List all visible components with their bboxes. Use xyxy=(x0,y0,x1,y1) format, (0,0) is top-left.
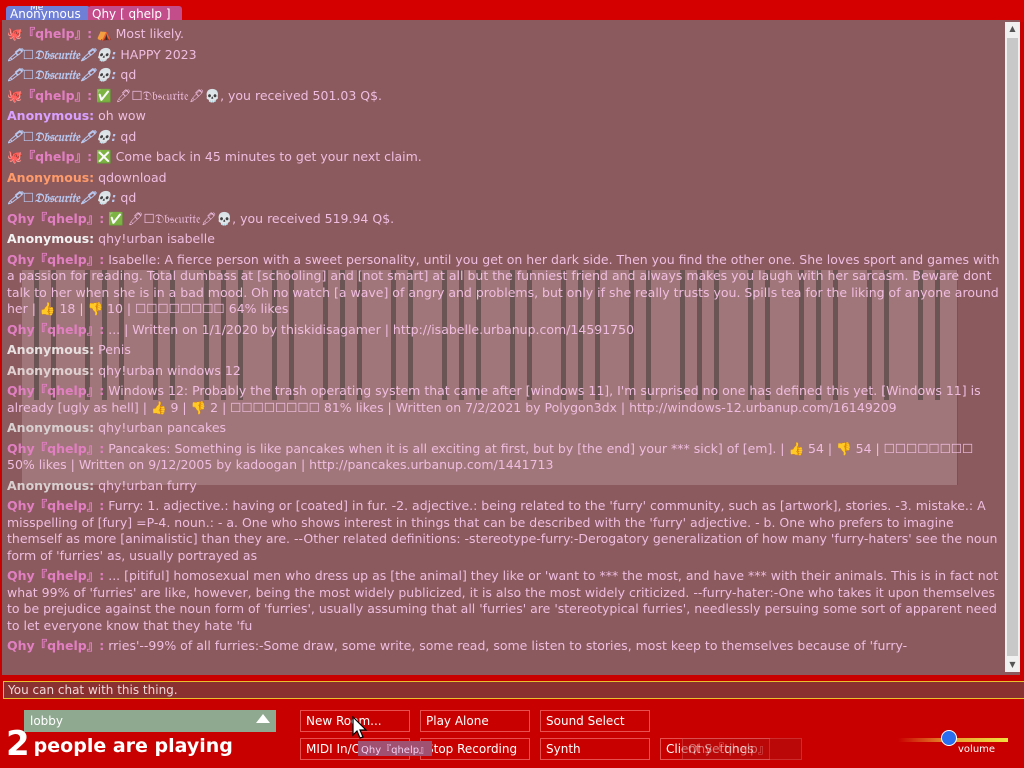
chat-message: Qhy『qhelp』: rries'--99% of all furries:-… xyxy=(7,638,1002,655)
chat-message-nick[interactable]: Anonymous: xyxy=(7,108,94,123)
sound-select-button[interactable]: Sound Select xyxy=(540,710,650,732)
chat-message-nick[interactable]: 🖊☐𝔇𝔟𝔰𝔠𝔲𝔯𝔦𝔱𝔢🖋💀: xyxy=(7,67,116,82)
chevron-up-icon[interactable] xyxy=(256,714,270,723)
chat-message-text: ⛺ Most likely. xyxy=(96,26,184,41)
chat-message-nick[interactable]: Anonymous: xyxy=(7,170,94,185)
synth-button[interactable]: Synth xyxy=(540,738,650,760)
volume-label: volume xyxy=(958,744,996,755)
chat-message-nick[interactable]: Qhy『qhelp』: xyxy=(7,252,104,267)
chat-message-text: Penis xyxy=(98,342,131,357)
top-bar: Me Anonymous Qhy [ qhelp ] xyxy=(0,0,1024,22)
cursor-user-tag: Qhy『qhelp』 xyxy=(358,741,433,756)
chat-message-text: qhy!urban pancakes xyxy=(98,420,227,435)
chat-message: Anonymous: qdownload xyxy=(7,170,1002,187)
chat-scrollbar[interactable]: ▲ ▼ xyxy=(1005,22,1020,672)
chat-message-nick[interactable]: Anonymous: xyxy=(7,231,94,246)
player-count: 2 people are playing xyxy=(6,724,233,764)
chat-message: Qhy『qhelp』: ... | Written on 1/1/2020 by… xyxy=(7,322,1002,339)
chat-message-text: Pancakes: Something is like pancakes whe… xyxy=(7,440,974,473)
chat-message-text: ... | Written on 1/1/2020 by thiskidisag… xyxy=(108,321,635,337)
chat-message-text: ... [pitiful] homosexual men who dress u… xyxy=(7,568,999,633)
chat-message-nick[interactable]: 🐙『qhelp』: xyxy=(7,149,92,164)
chat-message-text: qhy!urban windows 12 xyxy=(98,362,241,378)
chat-message: Qhy『qhelp』: Furry: 1. adjective.: having… xyxy=(7,498,1002,564)
chat-message: Qhy『qhelp』: ... [pitiful] homosexual men… xyxy=(7,568,1002,634)
player-count-number: 2 xyxy=(6,724,30,764)
scroll-up-arrow-icon[interactable]: ▲ xyxy=(1005,22,1020,36)
stop-recording-button[interactable]: Stop Recording xyxy=(420,738,530,760)
chat-message-text: qd xyxy=(120,67,137,82)
user-tab-label: Qhy [ qhelp ] xyxy=(92,7,171,21)
chat-message-nick[interactable]: Qhy『qhelp』: xyxy=(7,211,104,226)
chat-message: Qhy『qhelp』: ✅ 🖊☐𝔇𝔟𝔰𝔠𝔲𝔯𝔦𝔱𝔢🖋💀, you receive… xyxy=(7,211,1002,228)
chat-message-text: qhy!urban furry xyxy=(98,477,197,493)
chat-message: Anonymous: oh wow xyxy=(7,108,1002,125)
play-alone-button[interactable]: Play Alone xyxy=(420,710,530,732)
chat-message-nick[interactable]: 🐙『qhelp』: xyxy=(7,88,92,103)
chat-message: Anonymous: qhy!urban furry xyxy=(7,478,1002,495)
user-overlay-button[interactable]: Qhy『qhelp』 xyxy=(682,738,802,760)
scroll-down-arrow-icon[interactable]: ▼ xyxy=(1005,658,1020,672)
chat-message: Qhy『qhelp』: Windows 12: Probably the tra… xyxy=(7,383,1002,416)
chat-message: Anonymous: qhy!urban isabelle xyxy=(7,231,1002,248)
chat-message: Anonymous: qhy!urban pancakes xyxy=(7,420,1002,437)
me-badge: Me xyxy=(30,6,44,13)
chat-message-nick[interactable]: Anonymous: xyxy=(7,342,94,357)
user-tab-label: Anonymous xyxy=(10,7,81,21)
chat-message: 🖊☐𝔇𝔟𝔰𝔠𝔲𝔯𝔦𝔱𝔢🖋💀: HAPPY 2023 xyxy=(7,47,1002,64)
chat-message-nick[interactable]: 🐙『qhelp』: xyxy=(7,26,92,41)
chat-message-text: ❎ Come back in 45 minutes to get your ne… xyxy=(96,149,422,164)
chat-message-text: qd xyxy=(120,128,137,144)
chat-message-nick[interactable]: 🖊☐𝔇𝔟𝔰𝔠𝔲𝔯𝔦𝔱𝔢🖋💀: xyxy=(7,129,116,144)
chat-panel: 🐙『qhelp』: ⛺ Most likely. 🖊☐𝔇𝔟𝔰𝔠𝔲𝔯𝔦𝔱𝔢🖋💀: H… xyxy=(2,20,1020,675)
chat-message-text: HAPPY 2023 xyxy=(120,46,197,62)
player-count-label: people are playing xyxy=(33,735,233,757)
chat-message: 🐙『qhelp』: ✅ 🖊☐𝔇𝔟𝔰𝔠𝔲𝔯𝔦𝔱𝔢🖋💀, you received … xyxy=(7,88,1002,105)
chat-message-nick[interactable]: 🖊☐𝔇𝔟𝔰𝔠𝔲𝔯𝔦𝔱𝔢🖋💀: xyxy=(7,47,116,62)
chat-message: Qhy『qhelp』: Isabelle: A fierce person wi… xyxy=(7,252,1002,318)
chat-message-nick[interactable]: Qhy『qhelp』: xyxy=(7,441,104,456)
chat-message-nick[interactable]: Qhy『qhelp』: xyxy=(7,322,104,337)
chat-message-text: oh wow xyxy=(98,108,146,123)
volume-knob[interactable] xyxy=(941,730,958,746)
chat-input[interactable] xyxy=(3,681,1024,699)
chat-message: 🖊☐𝔇𝔟𝔰𝔠𝔲𝔯𝔦𝔱𝔢🖋💀: qd xyxy=(7,190,1002,207)
chat-message-nick[interactable]: 🖊☐𝔇𝔟𝔰𝔠𝔲𝔯𝔦𝔱𝔢🖋💀: xyxy=(7,190,116,205)
chat-message: 🖊☐𝔇𝔟𝔰𝔠𝔲𝔯𝔦𝔱𝔢🖋💀: qd xyxy=(7,67,1002,84)
chat-message: Qhy『qhelp』: Pancakes: Something is like … xyxy=(7,441,1002,474)
scroll-thumb[interactable] xyxy=(1007,38,1018,656)
chat-message-nick[interactable]: Qhy『qhelp』: xyxy=(7,383,104,398)
chat-messages: 🐙『qhelp』: ⛺ Most likely. 🖊☐𝔇𝔟𝔰𝔠𝔲𝔯𝔦𝔱𝔢🖋💀: H… xyxy=(7,26,1002,659)
chat-message-text: Furry: 1. adjective.: having or [coated]… xyxy=(7,498,998,563)
chat-message: Anonymous: qhy!urban windows 12 xyxy=(7,363,1002,380)
chat-message-text: rries'--99% of all furries:-Some draw, s… xyxy=(108,638,908,653)
chat-message-nick[interactable]: Qhy『qhelp』: xyxy=(7,568,104,583)
chat-message-text: ✅ 🖊☐𝔇𝔟𝔰𝔠𝔲𝔯𝔦𝔱𝔢🖋💀, you received 501.03 Q$. xyxy=(96,87,383,103)
chat-message-text: Windows 12: Probably the trash operating… xyxy=(7,383,981,415)
chat-message: 🐙『qhelp』: ⛺ Most likely. xyxy=(7,26,1002,43)
chat-message: 🖊☐𝔇𝔟𝔰𝔠𝔲𝔯𝔦𝔱𝔢🖋💀: qd xyxy=(7,129,1002,146)
chat-message-nick[interactable]: Qhy『qhelp』: xyxy=(7,638,104,653)
volume-slider[interactable]: volume xyxy=(898,730,1008,760)
chat-message-text: ✅ 🖊☐𝔇𝔟𝔰𝔠𝔲𝔯𝔦𝔱𝔢🖋💀, you received 519.94 Q$. xyxy=(108,210,395,226)
chat-message: Anonymous: Penis xyxy=(7,342,1002,359)
chat-message-nick[interactable]: Anonymous: xyxy=(7,363,94,378)
chat-message-nick[interactable]: Qhy『qhelp』: xyxy=(7,498,104,513)
chat-message-text: qhy!urban isabelle xyxy=(98,231,215,246)
chat-message-text: Isabelle: A fierce person with a sweet p… xyxy=(7,251,1000,317)
chat-message: 🐙『qhelp』: ❎ Come back in 45 minutes to g… xyxy=(7,149,1002,166)
chat-message-text: qd xyxy=(120,190,137,205)
mouse-pointer-icon xyxy=(352,716,368,739)
chat-message-text: qdownload xyxy=(98,169,167,185)
chat-message-nick[interactable]: Anonymous: xyxy=(7,478,94,493)
chat-message-nick[interactable]: Anonymous: xyxy=(7,420,94,435)
